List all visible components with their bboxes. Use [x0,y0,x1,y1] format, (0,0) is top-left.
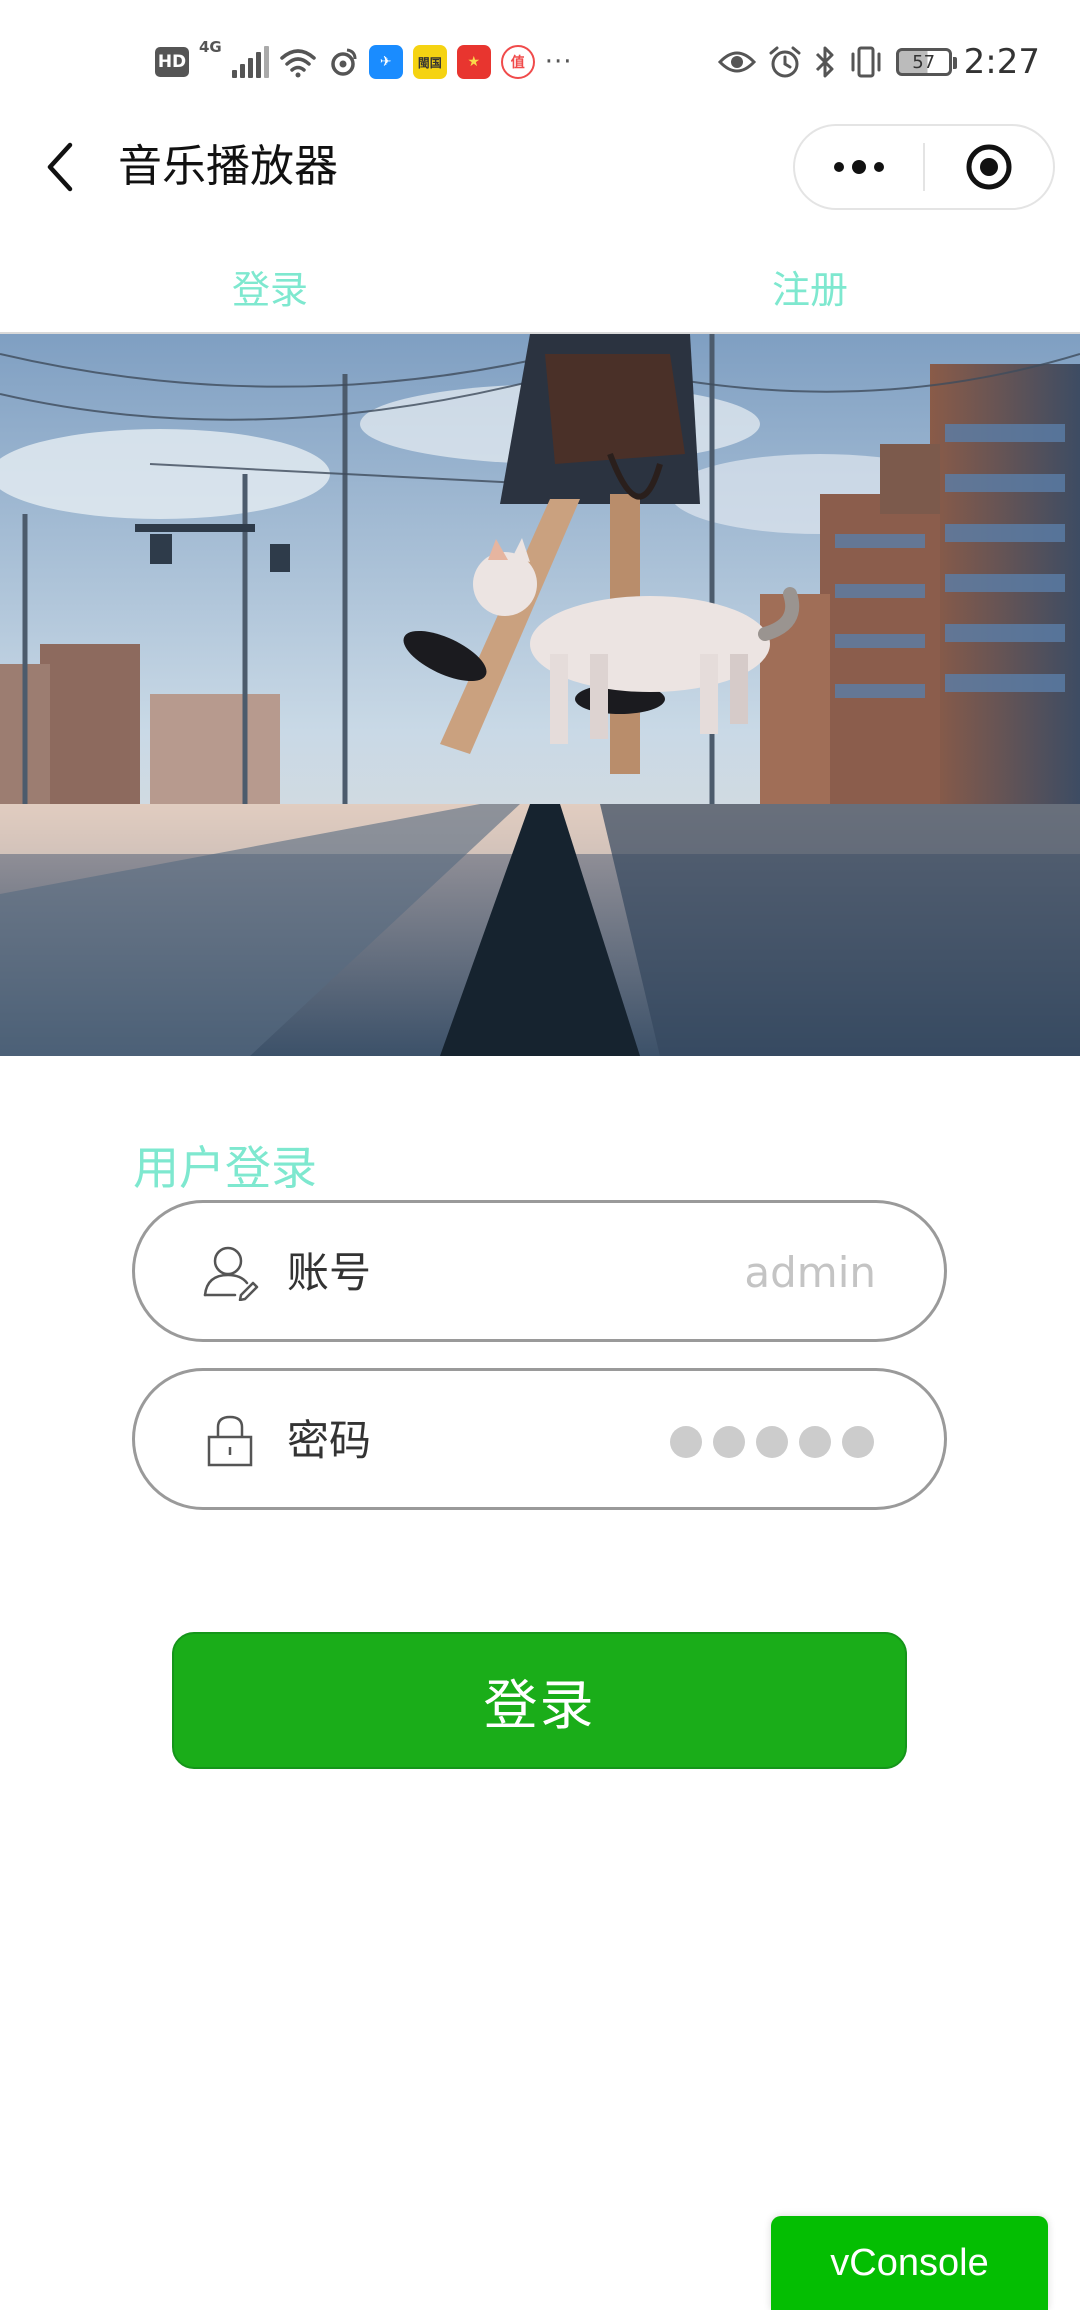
login-button[interactable]: 登录 [172,1632,907,1769]
app-red-icon: ★ [456,45,491,79]
battery-icon: 57 [895,48,957,76]
form-title: 用户登录 [133,1141,317,1195]
password-dot [842,1426,874,1458]
miniprogram-capsule [793,124,1055,210]
app-yellow-glyph: 閩国 [417,55,442,70]
weibo-icon [331,48,357,76]
battery-level: 57 [912,51,936,73]
auth-tabs: 登录 注册 [0,240,1080,332]
password-field[interactable]: 密码 [132,1368,947,1510]
password-dot [670,1426,702,1458]
tab-register[interactable]: 注册 [540,240,1080,332]
account-field[interactable]: 账号 admin [132,1200,947,1342]
vibrate-icon [851,46,881,78]
wifi-icon [280,49,316,78]
status-bar: HD 4G ✈ 閩国 ★ 值 ··· 57 2:27 [0,0,1080,122]
status-bar-right: 57 2:27 [717,36,1040,88]
account-label: 账号 [287,1248,372,1297]
eye-icon [717,51,756,73]
user-icon [203,1246,259,1301]
bluetooth-icon [815,46,834,78]
password-mask [670,1426,874,1458]
nav-bar: 音乐播放器 [0,122,1080,212]
password-dot [756,1426,788,1458]
app-pink-icon: 值 [500,45,535,79]
lock-icon [207,1415,253,1467]
hd-badge: HD [155,47,189,77]
more-notifications: ··· [544,47,573,77]
more-dots-icon [834,160,884,174]
dingtalk-glyph: ✈ [379,54,392,70]
close-miniprogram-button[interactable] [925,126,1053,208]
target-icon [966,144,1012,190]
password-dot [799,1426,831,1458]
chevron-left-icon [47,142,73,192]
alarm-icon [769,46,801,78]
vconsole-button[interactable]: vConsole [771,2216,1048,2310]
dingtalk-icon: ✈ [368,45,403,79]
banner-image [0,334,1080,1056]
status-bar-left: HD 4G ✈ 閩国 ★ 值 ··· [155,38,573,84]
clock: 2:27 [963,42,1040,82]
password-dot [713,1426,745,1458]
password-label: 密码 [287,1416,372,1465]
back-button[interactable] [30,137,90,197]
page-title: 音乐播放器 [118,141,338,192]
signal-icon [231,46,269,78]
account-value: admin [744,1248,876,1297]
tab-login[interactable]: 登录 [0,240,540,332]
more-menu-button[interactable] [795,126,923,208]
street-cat-illustration [0,334,1080,1056]
app-yellow-icon: 閩国 [412,45,447,79]
app-red-glyph: ★ [467,54,481,70]
app-pink-glyph: 值 [510,55,525,71]
network-type: 4G [199,38,222,56]
